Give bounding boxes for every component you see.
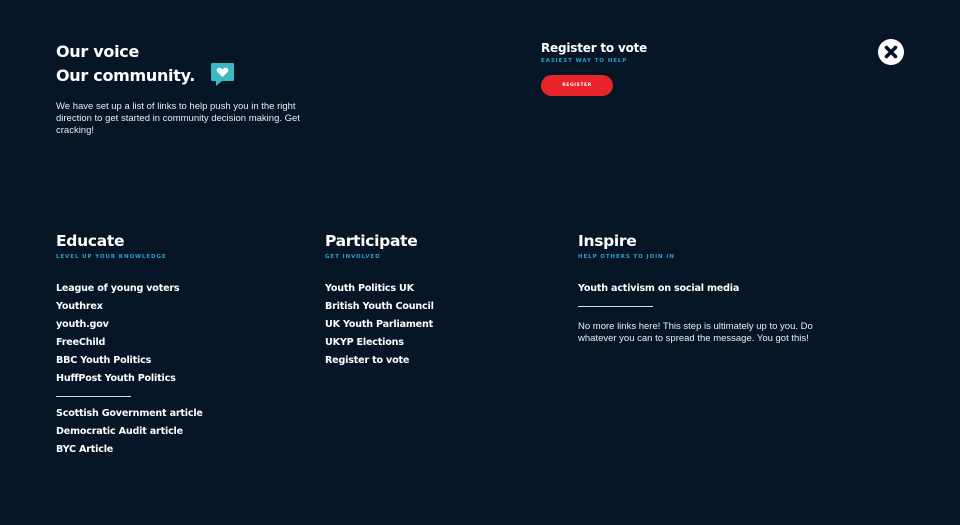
educate-title: Educate [56,232,125,250]
educate-column: Educate LEVEL UP YOUR KNOWLEDGE League o… [56,232,203,459]
intro-description: We have set up a list of links to help p… [56,101,300,136]
participate-links: Youth Politics UK British Youth Council … [325,280,434,370]
inspire-links: Youth activism on social media [578,280,828,298]
link-huffpost-youth-politics[interactable]: HuffPost Youth Politics [56,370,203,388]
register-title: Register to vote [541,41,648,55]
link-league-of-young-voters[interactable]: League of young voters [56,280,203,298]
inspire-title: Inspire [578,232,637,250]
inspire-column: Inspire HELP OTHERS TO JOIN IN Youth act… [578,232,828,345]
intro-title-line1: Our voice [56,42,139,61]
educate-secondary-links: Scottish Government article Democratic A… [56,405,203,459]
link-youth-politics-uk[interactable]: Youth Politics UK [325,280,434,298]
link-youthrex[interactable]: Youthrex [56,298,203,316]
educate-subtitle: LEVEL UP YOUR KNOWLEDGE [56,254,167,260]
chat-heart-icon [209,61,236,88]
inspire-divider [578,306,653,307]
link-byc-article[interactable]: BYC Article [56,441,203,459]
link-freechild[interactable]: FreeChild [56,334,203,352]
link-register-to-vote[interactable]: Register to vote [325,352,434,370]
intro-title-line2: Our community. [56,66,196,85]
educate-divider [56,396,131,397]
link-scottish-government-article[interactable]: Scottish Government article [56,405,203,423]
close-button[interactable] [878,39,904,65]
participate-column: Participate GET INVOLVED Youth Politics … [325,232,434,370]
link-youth-gov[interactable]: youth.gov [56,316,203,334]
intro-title: Our voice Our community. [56,40,195,88]
link-youth-activism-social-media[interactable]: Youth activism on social media [578,280,828,298]
register-subtitle: EASIEST WAY TO HELP [541,58,628,64]
participate-subtitle: GET INVOLVED [325,254,381,260]
participate-title: Participate [325,232,418,250]
link-british-youth-council[interactable]: British Youth Council [325,298,434,316]
link-democratic-audit-article[interactable]: Democratic Audit article [56,423,203,441]
link-uk-youth-parliament[interactable]: UK Youth Parliament [325,316,434,334]
register-button[interactable]: REGISTER [541,75,613,96]
close-icon [884,45,898,59]
link-bbc-youth-politics[interactable]: BBC Youth Politics [56,352,203,370]
inspire-description: No more links here! This step is ultimat… [578,321,813,344]
educate-links: League of young voters Youthrex youth.go… [56,280,203,388]
link-ukyp-elections[interactable]: UKYP Elections [325,334,434,352]
inspire-subtitle: HELP OTHERS TO JOIN IN [578,254,675,260]
